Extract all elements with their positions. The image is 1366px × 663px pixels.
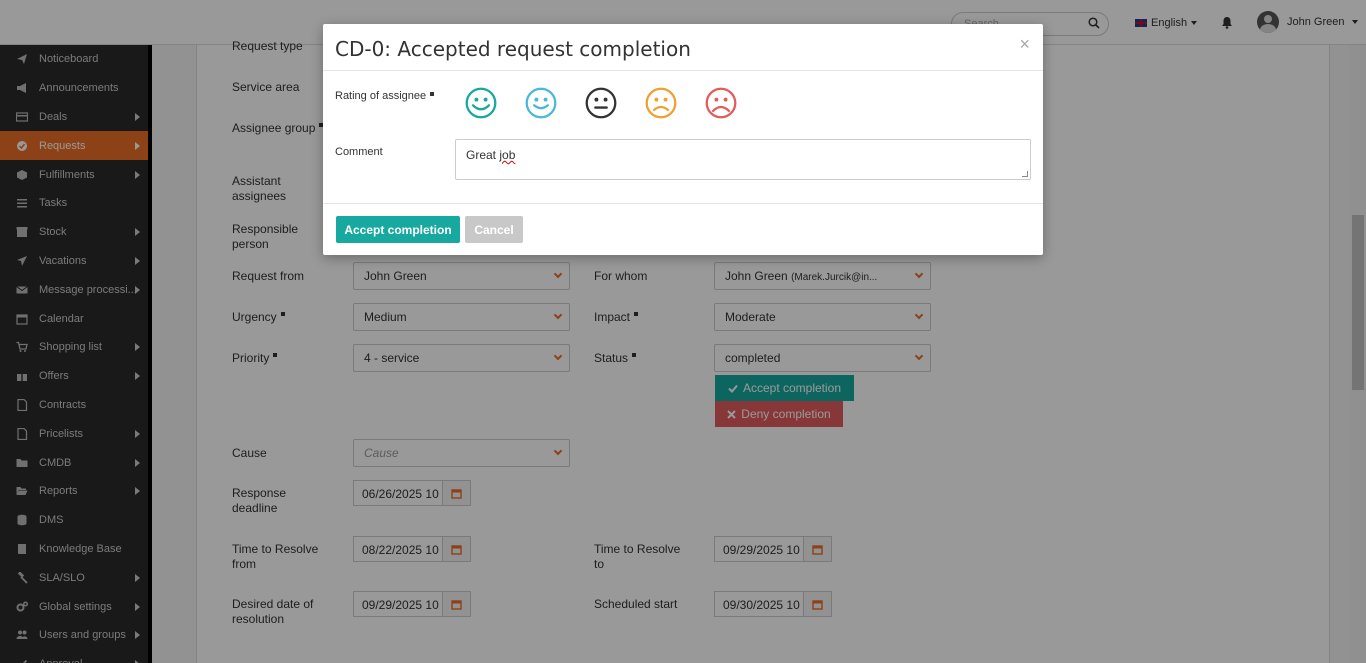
dialog-accept-button[interactable]: Accept completion: [336, 216, 460, 243]
dialog-header: CD-0: Accepted request completion ×: [323, 24, 1043, 71]
sad-face-icon[interactable]: [645, 87, 677, 122]
dialog-body: Rating of assignee Comment: [323, 71, 1043, 204]
comment-textarea[interactable]: Great job: [455, 139, 1031, 180]
resize-handle[interactable]: [1022, 171, 1028, 177]
comment-label: Comment: [335, 146, 383, 158]
dialog-cancel-button[interactable]: Cancel: [465, 216, 523, 243]
very-sad-face-icon[interactable]: [705, 87, 737, 122]
very-happy-face-icon[interactable]: [465, 87, 497, 122]
rating-label: Rating of assignee: [335, 90, 435, 102]
happy-face-icon[interactable]: [525, 87, 557, 122]
dialog-title: CD-0: Accepted request completion: [335, 37, 691, 61]
accept-completion-dialog: CD-0: Accepted request completion × Rati…: [323, 24, 1043, 255]
neutral-face-icon[interactable]: [585, 87, 617, 122]
close-icon[interactable]: ×: [1019, 34, 1030, 55]
